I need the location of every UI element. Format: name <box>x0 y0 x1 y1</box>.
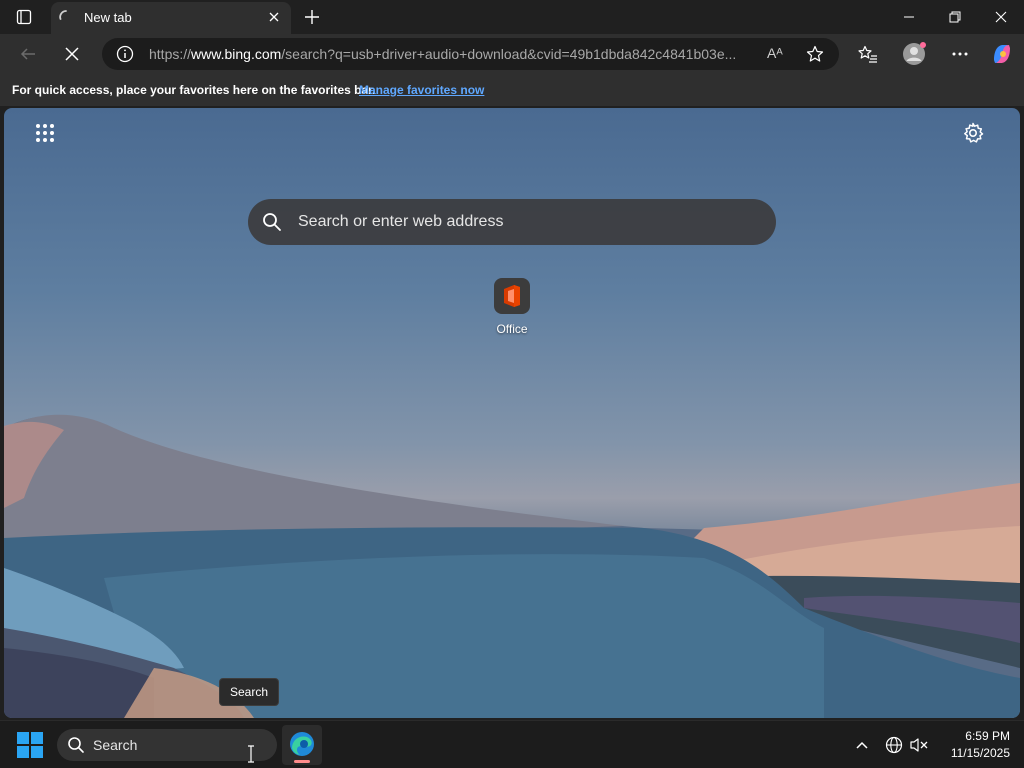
clock-date: 11/15/2025 <box>950 746 1010 760</box>
restore-button[interactable] <box>932 0 978 34</box>
back-button[interactable] <box>12 38 44 70</box>
profile-button[interactable] <box>898 38 930 70</box>
tab-actions-button[interactable] <box>8 5 40 29</box>
url-path: /search?q=usb+driver+audio+download&cvid… <box>281 46 737 62</box>
title-bar: New tab <box>0 0 1024 34</box>
favorites-star-list-icon <box>858 45 877 63</box>
add-favorite-star-icon[interactable] <box>806 45 824 63</box>
read-aloud-icon[interactable]: Aᴬ <box>767 45 783 61</box>
new-tab-button[interactable] <box>298 3 326 31</box>
minimize-button[interactable] <box>886 0 932 34</box>
url-domain: www.bing.com <box>191 46 282 62</box>
start-button[interactable] <box>14 731 46 759</box>
quick-link-label: Office <box>496 322 528 336</box>
volume-muted-icon <box>910 738 928 752</box>
quick-link-office[interactable]: Office <box>490 278 534 336</box>
address-bar[interactable]: https://www.bing.com/search?q=usb+driver… <box>102 38 839 70</box>
taskbar-edge-app[interactable] <box>282 725 322 765</box>
running-indicator <box>294 760 310 763</box>
tab-title: New tab <box>84 10 132 25</box>
chevron-up-icon <box>856 741 868 749</box>
system-clock[interactable]: 6:59 PM 11/15/2025 <box>936 728 1010 762</box>
gear-icon <box>964 122 984 143</box>
tab-actions-icon <box>16 9 32 25</box>
text-cursor-icon <box>248 745 254 763</box>
profile-avatar-icon <box>903 42 926 65</box>
settings-and-more-button[interactable] <box>944 38 976 70</box>
stop-loading-button[interactable] <box>56 38 88 70</box>
favorites-bar-hint: For quick access, place your favorites h… <box>12 83 376 97</box>
search-icon <box>263 213 281 231</box>
navigation-bar: https://www.bing.com/search?q=usb+driver… <box>0 34 1024 74</box>
close-tab-button[interactable] <box>265 8 283 26</box>
show-hidden-icons-button[interactable] <box>850 733 874 757</box>
new-tab-search-box[interactable]: Search or enter web address <box>248 199 776 245</box>
edge-browser-icon <box>290 732 314 756</box>
site-info-icon[interactable] <box>116 45 134 63</box>
new-tab-page: Search or enter web address Office Searc… <box>4 108 1020 718</box>
more-horizontal-icon <box>952 52 968 56</box>
apps-grid-icon <box>36 124 54 142</box>
restore-icon <box>949 11 961 23</box>
close-icon <box>995 11 1007 23</box>
url-prefix: https:// <box>149 46 192 62</box>
network-status-button[interactable] <box>882 733 906 757</box>
minimize-icon <box>904 16 914 18</box>
copilot-icon <box>994 45 1010 63</box>
globe-network-icon <box>885 736 903 754</box>
stop-icon <box>65 47 79 61</box>
office-tile-icon <box>494 278 530 314</box>
clock-time: 6:59 PM <box>965 729 1010 743</box>
loading-spinner-icon <box>59 10 67 20</box>
taskbar-search-box[interactable]: Search <box>57 729 277 761</box>
office-icon <box>504 285 520 307</box>
favorites-button[interactable] <box>852 38 884 70</box>
taskbar-search-label: Search <box>93 737 138 753</box>
active-tab[interactable]: New tab <box>51 2 291 34</box>
close-icon <box>269 12 279 22</box>
page-settings-button[interactable] <box>962 122 984 144</box>
search-tooltip: Search <box>219 678 280 706</box>
plus-icon <box>305 10 319 24</box>
volume-button[interactable] <box>907 733 931 757</box>
search-placeholder: Search or enter web address <box>298 213 504 230</box>
favorites-bar: For quick access, place your favorites h… <box>0 74 1024 106</box>
copilot-button[interactable] <box>986 38 1018 70</box>
search-icon <box>68 737 84 753</box>
back-arrow-icon <box>20 48 35 60</box>
taskbar: Search 6:59 PM 11/15/2025 <box>0 720 1024 768</box>
close-window-button[interactable] <box>978 0 1024 34</box>
address-url[interactable]: https://www.bing.com/search?q=usb+driver… <box>149 46 749 62</box>
manage-favorites-link[interactable]: Manage favorites now <box>359 83 484 97</box>
windows-logo-icon <box>17 732 43 758</box>
app-launcher-button[interactable] <box>34 122 56 144</box>
